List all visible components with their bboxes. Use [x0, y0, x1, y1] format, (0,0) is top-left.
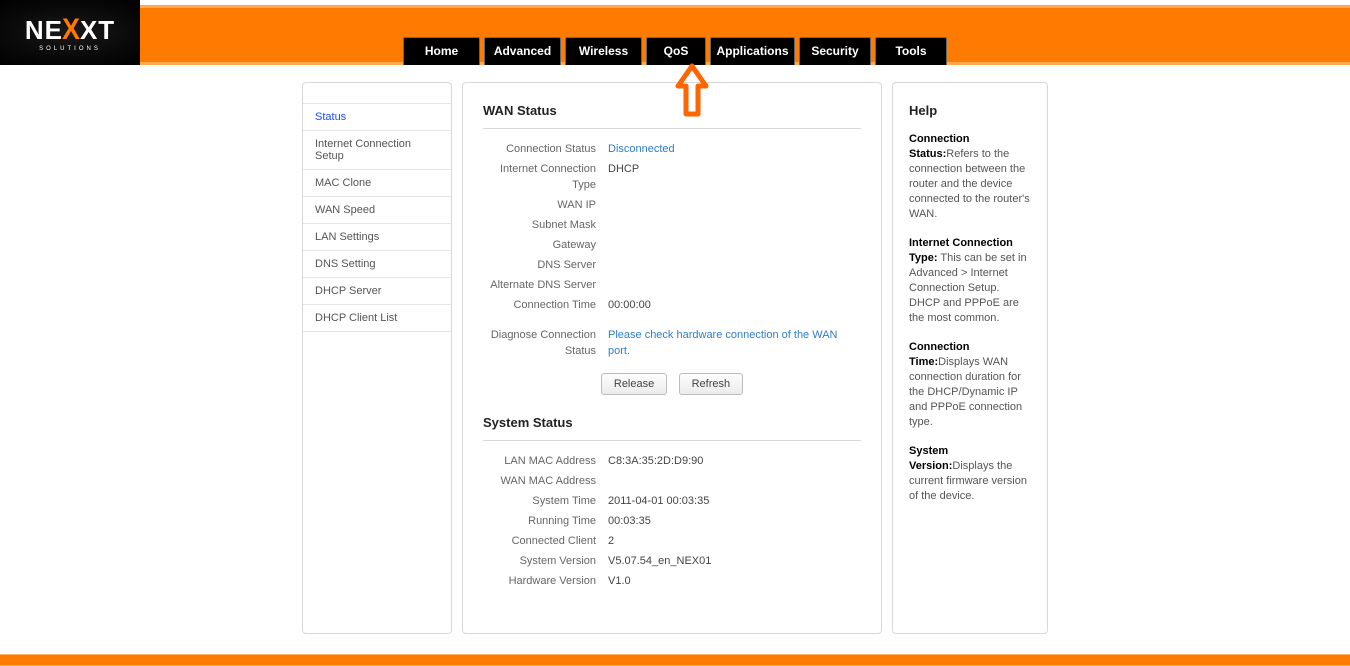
tab-advanced[interactable]: Advanced	[484, 37, 561, 65]
sidebar-item-wan-speed[interactable]: WAN Speed	[303, 197, 451, 224]
value-connection-status: Disconnected	[608, 141, 861, 157]
top-nav: Home Advanced Wireless QoS Applications …	[0, 37, 1350, 65]
label-system-version: System Version	[483, 553, 608, 569]
tab-tools[interactable]: Tools	[875, 37, 947, 65]
label-subnet: Subnet Mask	[483, 217, 608, 233]
help-system-version: System Version:Displays the current firm…	[909, 444, 1031, 504]
sidebar-item-mac-clone[interactable]: MAC Clone	[303, 170, 451, 197]
value-gateway	[608, 237, 861, 253]
value-connected-client: 2	[608, 533, 861, 549]
tab-security[interactable]: Security	[799, 37, 871, 65]
label-wan-mac: WAN MAC Address	[483, 473, 608, 489]
value-altdns	[608, 277, 861, 293]
value-lan-mac: C8:3A:35:2D:D9:90	[608, 453, 861, 469]
tab-qos[interactable]: QoS	[646, 37, 706, 65]
label-connected-client: Connected Client	[483, 533, 608, 549]
sidebar-item-dhcp-server[interactable]: DHCP Server	[303, 278, 451, 305]
help-connection-type: Internet Connection Type: This can be se…	[909, 236, 1031, 326]
footer-bar	[0, 654, 1350, 666]
label-altdns: Alternate DNS Server	[483, 277, 608, 293]
help-title: Help	[909, 103, 1031, 118]
value-system-time: 2011-04-01 00:03:35	[608, 493, 861, 509]
main-panel: WAN Status Connection StatusDisconnected…	[462, 82, 882, 634]
value-diagnose: Please check hardware connection of the …	[608, 327, 861, 359]
help-connection-status: Connection Status:Refers to the connecti…	[909, 132, 1031, 222]
tab-home[interactable]: Home	[403, 37, 480, 65]
sidebar: Status Internet Connection Setup MAC Clo…	[302, 82, 452, 634]
value-wan-ip	[608, 197, 861, 213]
label-gateway: Gateway	[483, 237, 608, 253]
tab-applications[interactable]: Applications	[710, 37, 795, 65]
release-button[interactable]: Release	[601, 373, 667, 395]
sidebar-item-dhcp-client-list[interactable]: DHCP Client List	[303, 305, 451, 332]
header-bar: NE X XT SOLUTIONS Home Advanced Wireless…	[0, 0, 1350, 66]
value-subnet	[608, 217, 861, 233]
label-connection-type: Internet Connection Type	[483, 161, 608, 193]
sidebar-item-lan-settings[interactable]: LAN Settings	[303, 224, 451, 251]
help-b4: System Version:	[909, 445, 952, 472]
sidebar-item-dns-setting[interactable]: DNS Setting	[303, 251, 451, 278]
value-system-version: V5.07.54_en_NEX01	[608, 553, 861, 569]
label-connection-time: Connection Time	[483, 297, 608, 313]
label-connection-status: Connection Status	[483, 141, 608, 157]
value-dns	[608, 257, 861, 273]
value-hardware-version: V1.0	[608, 573, 861, 589]
help-panel: Help Connection Status:Refers to the con…	[892, 82, 1048, 634]
label-wan-ip: WAN IP	[483, 197, 608, 213]
value-connection-time: 00:00:00	[608, 297, 861, 313]
refresh-button[interactable]: Refresh	[679, 373, 744, 395]
page-body: Status Internet Connection Setup MAC Clo…	[0, 66, 1350, 654]
value-running-time: 00:03:35	[608, 513, 861, 529]
tab-wireless[interactable]: Wireless	[565, 37, 642, 65]
help-connection-time: Connection Time:Displays WAN connection …	[909, 340, 1031, 430]
value-wan-mac	[608, 473, 861, 489]
label-running-time: Running Time	[483, 513, 608, 529]
sidebar-item-status[interactable]: Status	[303, 103, 451, 131]
sidebar-item-internet-setup[interactable]: Internet Connection Setup	[303, 131, 451, 170]
header-accent-top	[0, 5, 1350, 8]
label-system-time: System Time	[483, 493, 608, 509]
label-hardware-version: Hardware Version	[483, 573, 608, 589]
value-connection-type: DHCP	[608, 161, 861, 193]
label-diagnose: Diagnose Connection Status	[483, 327, 608, 359]
wan-status-title: WAN Status	[483, 103, 861, 129]
label-lan-mac: LAN MAC Address	[483, 453, 608, 469]
wan-buttons: Release Refresh	[483, 373, 861, 395]
system-status-title: System Status	[483, 415, 861, 441]
label-dns: DNS Server	[483, 257, 608, 273]
